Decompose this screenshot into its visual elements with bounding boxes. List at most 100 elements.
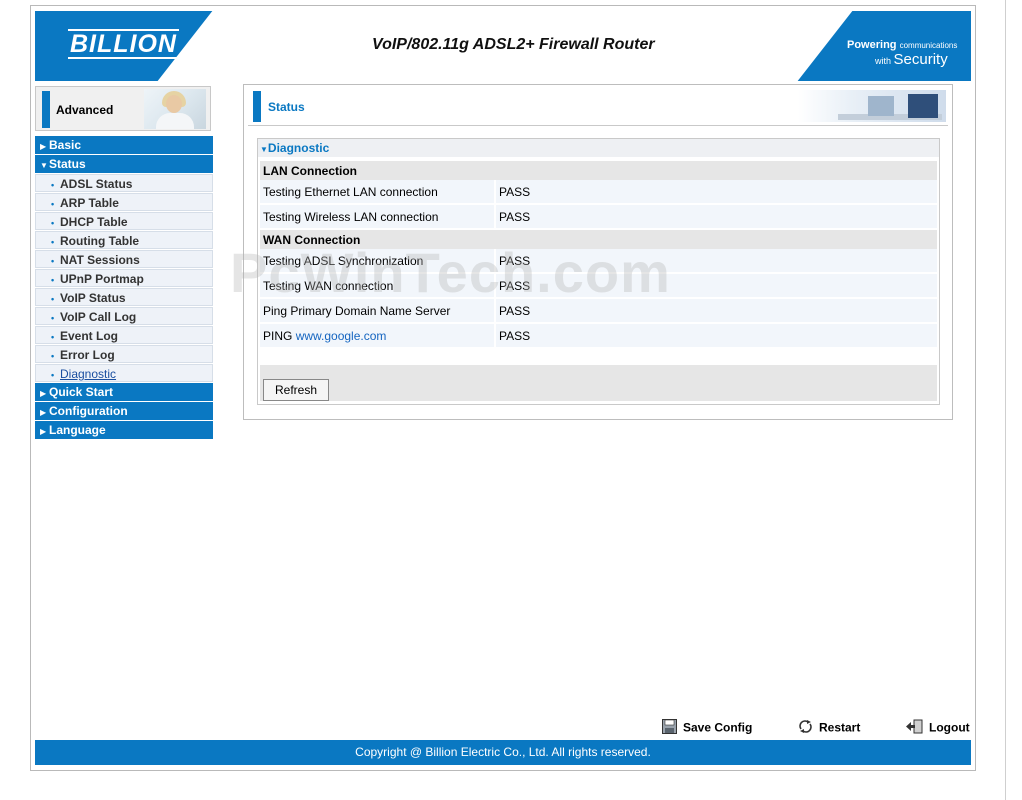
right-triangle-icon: ▶ [40,389,47,398]
restart-label: Restart [819,720,861,735]
table-row: Testing Ethernet LAN connection PASS [260,180,937,205]
page-title-accent [253,91,261,122]
logout-button[interactable]: Logout [905,719,970,735]
sidebar-item-label: Diagnostic [60,367,117,381]
sidebar-item-quick-start[interactable]: ▶ Quick Start [35,383,213,401]
sidebar-item-label: Quick Start [49,385,114,399]
logout-label: Logout [929,720,970,735]
test-label: Testing WAN connection [260,274,496,299]
down-triangle-icon: ▼ [260,145,268,154]
floppy-disk-icon [662,719,677,738]
sidebar-item-arp-table[interactable]: • ARP Table [35,193,213,211]
sidebar-item-status[interactable]: ▼Status [35,155,213,173]
bullet-icon: • [51,370,55,380]
office-photo-icon [798,90,946,122]
bullet-icon: • [51,313,55,323]
right-triangle-icon: ▶ [40,408,47,417]
bullet-icon: • [51,237,55,247]
page-title-bar: Status [250,90,950,124]
logout-door-icon [905,719,923,738]
bullet-icon: • [51,180,55,190]
sidebar-menu: ▶ Basic ▼Status • ADSL Status • ARP Table • DHCP… [35,136,213,440]
main-panel: Status ▼Diagnostic LAN Connection Testin… [243,84,953,420]
sidebar-item-upnp-portmap[interactable]: • UPnP Portmap [35,269,213,287]
test-result: PASS [496,324,937,349]
restart-icon [798,719,813,738]
bullet-icon: • [51,332,55,342]
sidebar-item-configuration[interactable]: ▶ Configuration [35,402,213,420]
test-result: PASS [496,274,937,299]
test-label: Ping Primary Domain Name Server [260,299,496,324]
right-triangle-icon: ▶ [40,142,47,151]
save-config-button[interactable]: Save Config [662,719,752,735]
ping-prefix: PING [263,328,293,343]
bullet-icon: • [51,275,55,285]
button-row: Refresh [260,365,937,401]
test-result: PASS [496,180,937,205]
table-row: Testing WAN connection PASS [260,274,937,299]
table-row: PING www.google.com PASS [260,324,937,349]
table-row: Testing ADSL Synchronization PASS [260,249,937,274]
test-result: PASS [496,205,937,230]
sidebar-item-error-log[interactable]: • Error Log [35,345,213,363]
bullet-icon: • [51,218,55,228]
ping-target-link[interactable]: www.google.com [296,329,387,343]
test-label: Testing ADSL Synchronization [260,249,496,274]
header-banner: BILLION VoIP/802.11g ADSL2+ Firewall Rou… [35,11,971,81]
sidebar-item-language[interactable]: ▶ Language [35,421,213,439]
tagline: Powering communications with Security [847,38,957,68]
billion-logo: BILLION [68,29,179,59]
table-row: Ping Primary Domain Name Server PASS [260,299,937,324]
test-label: Testing Wireless LAN connection [260,205,496,230]
sidebar-item-label: Event Log [60,329,119,343]
sidebar-item-routing-table[interactable]: • Routing Table [35,231,213,249]
diagnostic-table: LAN Connection Testing Ethernet LAN conn… [260,161,937,349]
down-triangle-icon: ▼ [40,161,48,170]
sidebar-item-label: Error Log [60,348,115,362]
sidebar-item-label: Configuration [49,404,128,418]
sidebar-item-event-log[interactable]: • Event Log [35,326,213,344]
sidebar-item-voip-status[interactable]: • VoIP Status [35,288,213,306]
lan-section-row: LAN Connection [260,161,937,180]
woman-photo-icon [144,89,206,129]
sidebar-item-label: ARP Table [60,196,119,210]
lan-section-header: LAN Connection [260,161,937,180]
mode-label: Advanced [56,103,114,117]
bullet-icon: • [51,256,55,266]
mode-banner-accent [42,91,50,128]
sidebar-item-label: UPnP Portmap [60,272,144,286]
ping-label: PING www.google.com [260,324,496,349]
bullet-icon: • [51,294,55,304]
table-row: Testing Wireless LAN connection PASS [260,205,937,230]
copyright-bar: Copyright @ Billion Electric Co., Ltd. A… [35,740,971,765]
sidebar-item-label: Status [49,157,86,171]
sidebar-item-label: VoIP Call Log [60,310,137,324]
sidebar-item-basic[interactable]: ▶ Basic [35,136,213,154]
sidebar-item-label: ADSL Status [60,177,133,191]
test-result: PASS [496,299,937,324]
sidebar-item-voip-call-log[interactable]: • VoIP Call Log [35,307,213,325]
bullet-icon: • [51,199,55,209]
test-result: PASS [496,249,937,274]
product-title: VoIP/802.11g ADSL2+ Firewall Router [372,36,655,53]
refresh-button[interactable]: Refresh [263,379,329,401]
restart-button[interactable]: Restart [798,719,860,735]
diagnostic-section-title: Diagnostic [267,141,330,155]
tagline-powering: Powering [847,39,897,51]
title-divider [248,125,948,126]
right-triangle-icon: ▶ [40,427,47,436]
tagline-security: Security [893,51,948,68]
sidebar-item-label: DHCP Table [60,215,128,229]
diagnostic-section-header[interactable]: ▼Diagnostic [258,139,939,157]
sidebar-item-label: VoIP Status [60,291,126,305]
wan-section-header: WAN Connection [260,230,937,249]
window-edge [1005,0,1006,800]
sidebar-item-diagnostic[interactable]: • Diagnostic [35,364,213,382]
wan-section-row: WAN Connection [260,230,937,249]
sidebar-item-nat-sessions[interactable]: • NAT Sessions [35,250,213,268]
save-config-label: Save Config [683,720,753,735]
sidebar-item-label: Basic [49,138,82,152]
sidebar-item-dhcp-table[interactable]: • DHCP Table [35,212,213,230]
sidebar-item-adsl-status[interactable]: • ADSL Status [35,174,213,192]
tagline-communications: communications [899,41,958,50]
